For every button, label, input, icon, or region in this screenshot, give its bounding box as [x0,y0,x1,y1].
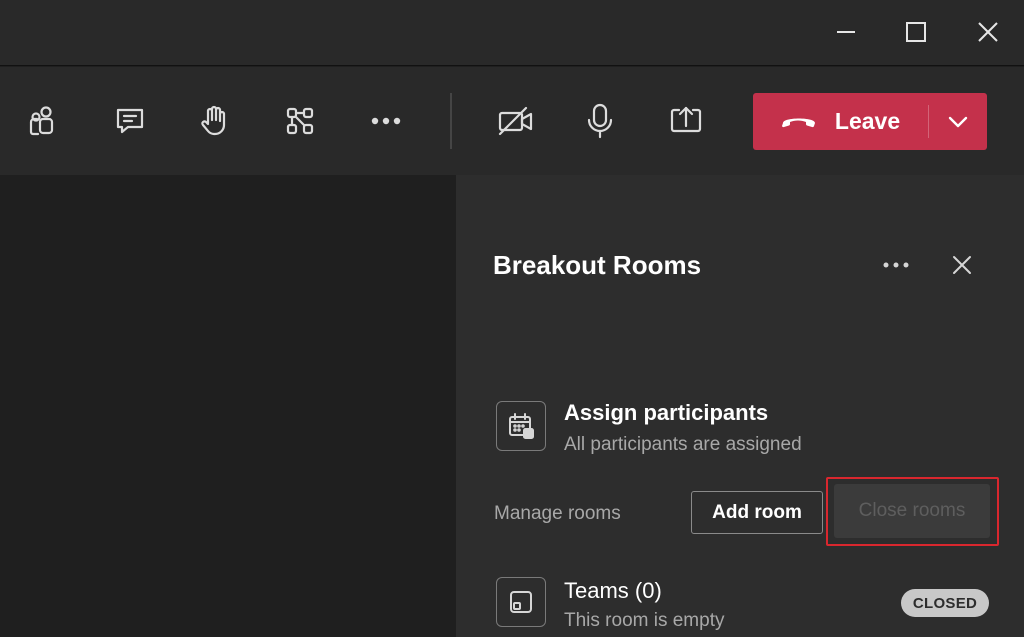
minimize-button[interactable] [824,12,868,52]
manage-rooms-label: Manage rooms [494,503,621,524]
breakout-rooms-icon [286,107,314,135]
participants-button[interactable] [16,95,68,147]
close-icon [953,256,971,274]
add-room-button[interactable]: Add room [691,491,823,534]
phone-hangup-icon [781,118,815,127]
minimize-icon [837,31,855,33]
microphone-button[interactable] [574,95,626,147]
people-icon [29,106,54,136]
camera-button[interactable] [490,95,542,147]
window-close-button[interactable] [966,12,1010,52]
panel-more-options-button[interactable] [874,245,918,285]
chat-icon [116,108,144,134]
close-rooms-highlight [826,477,999,546]
assign-participants-button[interactable] [496,401,546,451]
room-icon [510,591,532,613]
chevron-down-icon [948,116,968,127]
room-name[interactable]: Teams (0) [564,578,662,604]
toolbar-divider [450,93,452,149]
breakout-rooms-panel: Breakout Rooms Assign participants All p… [456,175,1024,637]
share-screen-icon [670,106,702,133]
raise-hand-button[interactable] [188,95,240,147]
room-status: This room is empty [564,610,725,631]
leave-button[interactable]: Leave [753,93,928,150]
maximize-button[interactable] [894,12,938,52]
more-options-button[interactable] [360,95,412,147]
room-status-badge: CLOSED [901,589,989,617]
title-bar [0,0,1024,66]
breakout-rooms-button[interactable] [274,95,326,147]
assign-participants-subtitle: All participants are assigned [564,434,802,455]
camera-off-icon [498,106,533,136]
more-options-icon [371,117,401,125]
leave-options-dropdown[interactable] [929,93,987,150]
room-icon-box [496,577,546,627]
microphone-icon [587,103,613,139]
leave-label: Leave [834,108,901,134]
maximize-icon [906,22,926,42]
close-icon [978,22,998,42]
calendar-assign-icon [509,413,534,439]
panel-title: Breakout Rooms [493,250,702,280]
assign-participants-title: Assign participants [564,400,769,425]
more-options-icon [883,262,909,268]
panel-close-button[interactable] [940,245,984,285]
raise-hand-icon [201,105,226,136]
chat-button[interactable] [104,95,156,147]
leave-button-group: Leave [753,93,987,150]
meeting-stage [0,175,456,637]
share-screen-button[interactable] [660,95,712,147]
meeting-toolbar: Leave [0,67,1024,175]
